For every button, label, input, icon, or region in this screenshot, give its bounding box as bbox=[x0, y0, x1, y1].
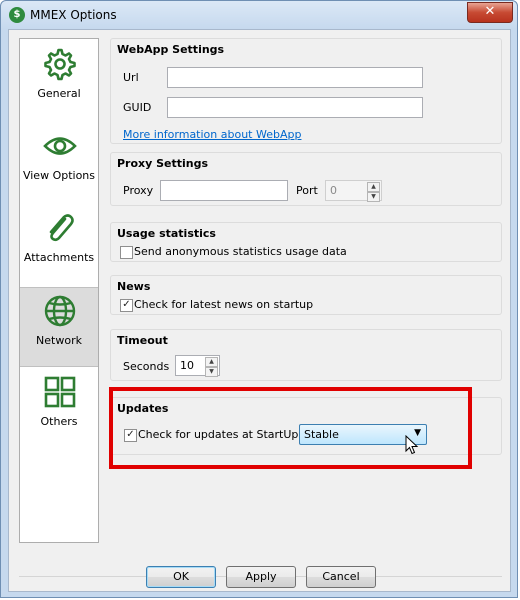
seconds-label: Seconds bbox=[123, 360, 170, 373]
gear-icon bbox=[44, 48, 76, 81]
statistics-checkbox[interactable] bbox=[120, 246, 133, 259]
eye-icon bbox=[43, 137, 77, 155]
webapp-info-link[interactable]: More information about WebApp bbox=[123, 128, 301, 141]
mouse-cursor-icon bbox=[405, 435, 419, 455]
ok-button[interactable]: OK bbox=[146, 566, 216, 588]
port-spin-arrows: ▲ ▼ bbox=[367, 182, 380, 202]
spin-up-icon[interactable]: ▲ bbox=[367, 182, 380, 192]
guid-input[interactable] bbox=[167, 97, 423, 118]
proxy-input[interactable] bbox=[160, 180, 288, 201]
sidebar-item-others[interactable]: Others bbox=[20, 369, 98, 449]
sidebar-item-label: View Options bbox=[22, 169, 96, 182]
proxy-label: Proxy bbox=[123, 184, 154, 197]
spin-up-icon[interactable]: ▲ bbox=[205, 357, 218, 367]
sidebar-item-label: Network bbox=[36, 334, 82, 347]
paperclip-icon bbox=[49, 214, 74, 242]
statistics-checkbox-label[interactable]: Send anonymous statistics usage data bbox=[134, 245, 347, 258]
seconds-spinbox[interactable]: 10 ▲ ▼ bbox=[175, 355, 220, 377]
group-title: Timeout bbox=[117, 334, 168, 347]
sidebar-item-general[interactable]: General bbox=[20, 41, 98, 121]
guid-label: GUID bbox=[123, 101, 152, 114]
sidebar-item-network[interactable]: Network bbox=[20, 287, 98, 367]
spin-down-icon[interactable]: ▼ bbox=[205, 367, 218, 377]
sidebar-item-label: General bbox=[37, 87, 81, 100]
port-value: 0 bbox=[330, 184, 337, 197]
timeout-group: Timeout Seconds 10 ▲ ▼ bbox=[110, 329, 502, 381]
sidebar-item-label: Others bbox=[40, 415, 78, 428]
spin-down-icon[interactable]: ▼ bbox=[367, 192, 380, 202]
highlight-annotation bbox=[109, 387, 472, 469]
window-title: MMEX Options bbox=[30, 8, 117, 22]
group-title: News bbox=[117, 280, 151, 293]
sidebar: General View Options Attachments Network… bbox=[19, 38, 99, 543]
sidebar-item-attachments[interactable]: Attachments bbox=[20, 205, 98, 285]
sidebar-item-view-options[interactable]: View Options bbox=[20, 123, 98, 203]
news-checkbox-label[interactable]: Check for latest news on startup bbox=[134, 298, 313, 311]
usage-statistics-group: Usage statistics Send anonymous statisti… bbox=[110, 222, 502, 262]
group-title: Usage statistics bbox=[117, 227, 216, 240]
group-title: WebApp Settings bbox=[117, 43, 225, 56]
port-label: Port bbox=[296, 184, 318, 197]
proxy-settings-group: Proxy Settings Proxy Port 0 ▲ ▼ bbox=[110, 152, 502, 206]
title-bar[interactable]: $ MMEX Options ✕ bbox=[1, 1, 519, 29]
sidebar-item-label: Attachments bbox=[23, 251, 95, 264]
seconds-value: 10 bbox=[180, 359, 194, 372]
close-button[interactable]: ✕ bbox=[467, 2, 513, 23]
cancel-button[interactable]: Cancel bbox=[306, 566, 376, 588]
app-icon: $ bbox=[9, 7, 25, 23]
url-label: Url bbox=[123, 71, 139, 84]
options-window: $ MMEX Options ✕ General View Options At… bbox=[0, 0, 518, 598]
apply-button[interactable]: Apply bbox=[226, 566, 296, 588]
url-input[interactable] bbox=[167, 67, 423, 88]
port-spinbox[interactable]: 0 ▲ ▼ bbox=[325, 180, 382, 202]
globe-icon bbox=[44, 295, 76, 327]
webapp-settings-group: WebApp Settings Url GUID More informatio… bbox=[110, 38, 502, 144]
seconds-spin-arrows: ▲ ▼ bbox=[205, 357, 218, 377]
grid-icon bbox=[44, 376, 76, 408]
news-group: News ✓ Check for latest news on startup bbox=[110, 275, 502, 315]
news-checkbox[interactable]: ✓ bbox=[120, 299, 133, 312]
group-title: Proxy Settings bbox=[117, 157, 209, 170]
dialog-client: General View Options Attachments Network… bbox=[8, 29, 511, 592]
